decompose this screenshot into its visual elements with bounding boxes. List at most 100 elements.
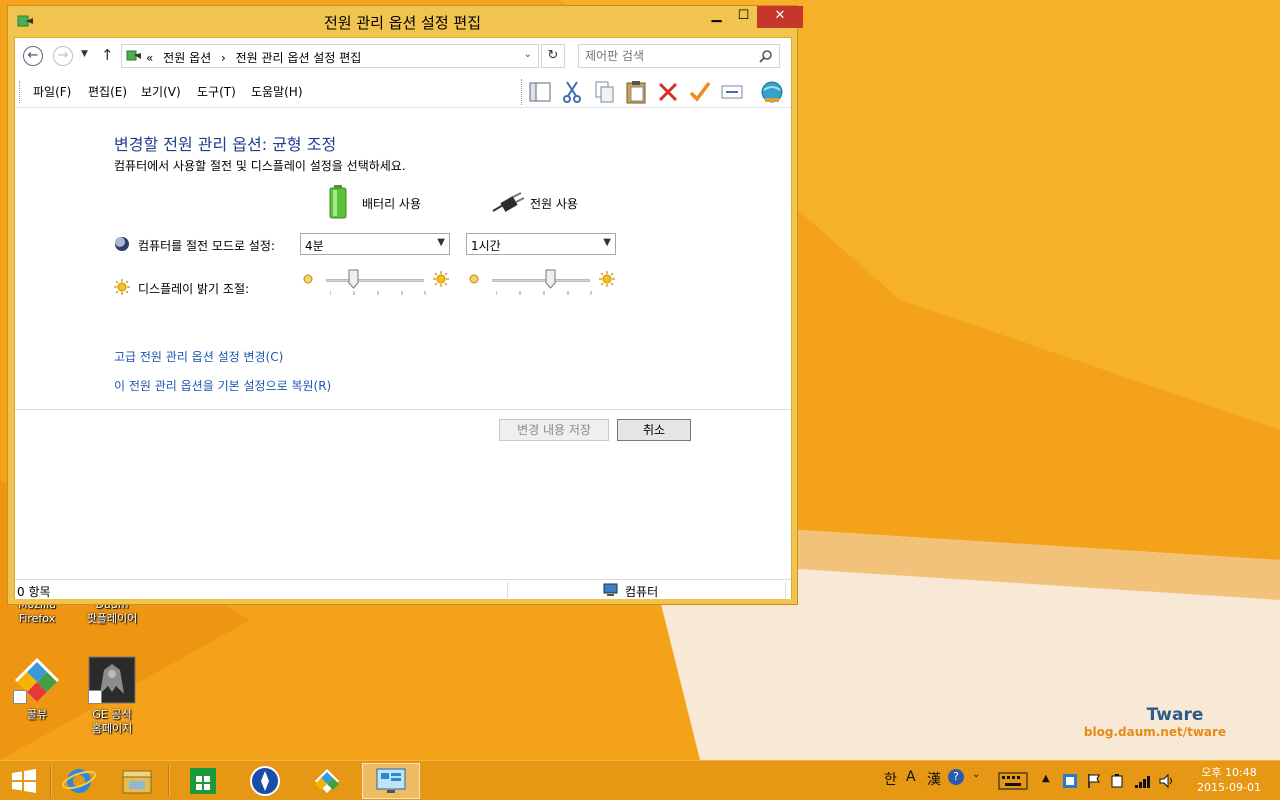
- slider-track[interactable]: [326, 279, 424, 282]
- slider-ticks: [496, 291, 592, 295]
- rename-icon[interactable]: [719, 79, 745, 105]
- show-hidden-icons-chevron-icon[interactable]: ▲: [1042, 773, 1050, 784]
- restore-defaults-link[interactable]: 이 전원 관리 옵션을 기본 설정으로 복원(R): [114, 377, 331, 394]
- main-content: 변경할 전원 관리 옵션: 균형 조정 컴퓨터에서 사용할 절전 및 디스플레이…: [15, 109, 791, 579]
- chevron-down-icon: ▼: [437, 237, 445, 248]
- battery-power-icon[interactable]: [1110, 773, 1126, 789]
- ime-hangul-indicator[interactable]: 한: [884, 769, 897, 789]
- sleep-battery-value: 4분: [305, 239, 324, 253]
- status-bar: 0 항목 컴퓨터: [15, 579, 791, 599]
- sleep-label-text: 컴퓨터를 절전 모드로 설정:: [138, 239, 275, 253]
- sleep-battery-select[interactable]: 4분 ▼: [300, 233, 450, 255]
- signal-strength-icon[interactable]: [1134, 773, 1152, 789]
- status-divider: [785, 582, 786, 598]
- menu-edit[interactable]: 편집(E): [88, 83, 127, 100]
- sleep-plugged-select[interactable]: 1시간 ▼: [466, 233, 616, 255]
- menu-help[interactable]: 도움말(H): [251, 83, 303, 100]
- menu-view[interactable]: 보기(V): [141, 83, 181, 100]
- advanced-settings-link[interactable]: 고급 전원 관리 옵션 설정 변경(C): [114, 348, 283, 365]
- breadcrumb-item-power-options[interactable]: 전원 옵션: [163, 51, 211, 65]
- network-app-icon[interactable]: [1062, 773, 1078, 789]
- bright-sun-icon: [433, 271, 449, 287]
- status-divider: [507, 582, 508, 598]
- address-dropdown-chevron-icon[interactable]: ⌄: [524, 49, 532, 60]
- taskbar: 한 A 漢 ? ⌄ ▲ 오후 10:48 2015-09-01: [0, 760, 1280, 800]
- brightness-plugged-slider[interactable]: [468, 269, 788, 299]
- dim-sun-icon: [469, 274, 479, 284]
- search-icon[interactable]: [759, 49, 773, 63]
- layout-icon[interactable]: [527, 79, 553, 105]
- breadcrumb-separator[interactable]: ›: [221, 51, 226, 65]
- column-header-battery: 배터리 사용: [327, 185, 447, 219]
- taskbar-control-panel[interactable]: [362, 763, 420, 799]
- menu-grip[interactable]: [19, 81, 21, 103]
- forward-button[interactable]: →: [53, 46, 73, 66]
- maximize-button[interactable]: ☐: [730, 6, 757, 28]
- column-header-plugged: 전원 사용: [491, 185, 611, 219]
- taskbar-file-explorer[interactable]: [110, 763, 164, 799]
- menu-toolbar-row: 파일(F) 편집(E) 보기(V) 도구(T) 도움말(H): [15, 75, 791, 108]
- desktop-icon-ge-homepage[interactable]: GE 공식 홈페이지: [75, 656, 149, 736]
- search-input[interactable]: [585, 47, 755, 65]
- navigation-bar: ← → ▼ ↑ « 전원 옵션 › 전원 관리 옵션 설정 편집 ⌄ ↻: [15, 38, 791, 74]
- clock[interactable]: 오후 10:48 2015-09-01: [1186, 765, 1272, 795]
- desktop-icon-honeyview[interactable]: 꿀뷰: [0, 656, 74, 722]
- slider-thumb[interactable]: [348, 269, 359, 289]
- battery-icon: [329, 185, 347, 219]
- save-changes-button[interactable]: 변경 내용 저장: [499, 419, 609, 441]
- recent-locations-chevron-icon[interactable]: ▼: [81, 49, 88, 59]
- power-options-icon: [126, 50, 141, 61]
- volume-icon[interactable]: [1158, 773, 1174, 789]
- title-bar[interactable]: 전원 관리 옵션 설정 편집 ▁ ☐ ✕: [8, 6, 803, 36]
- refresh-button[interactable]: ↻: [541, 44, 565, 68]
- moon-icon: [115, 237, 129, 251]
- close-button[interactable]: ✕: [757, 6, 803, 28]
- paste-icon[interactable]: [623, 79, 649, 105]
- page-title: 변경할 전원 관리 옵션: 균형 조정: [114, 135, 337, 154]
- globe-icon[interactable]: [759, 79, 785, 105]
- clock-date: 2015-09-01: [1197, 781, 1261, 794]
- compass-icon: [250, 766, 280, 796]
- ime-options-chevron-icon[interactable]: ⌄: [972, 769, 980, 780]
- toolbar-separator: [521, 79, 522, 105]
- status-zone-label: 컴퓨터: [625, 585, 659, 599]
- control-panel-icon: [376, 768, 406, 793]
- clock-time: 오후 10:48: [1201, 766, 1257, 779]
- desktop-icon-label: GE 공식 홈페이지: [91, 708, 133, 735]
- shortcut-arrow-icon: [88, 690, 102, 704]
- status-item-count: 0 항목: [17, 585, 51, 599]
- address-bar[interactable]: « 전원 옵션 › 전원 관리 옵션 설정 편집 ⌄: [121, 44, 539, 68]
- slider-track[interactable]: [492, 279, 590, 282]
- taskbar-store[interactable]: [176, 763, 230, 799]
- help-icon[interactable]: ?: [948, 769, 964, 785]
- taskbar-internet-explorer[interactable]: [52, 763, 106, 799]
- breadcrumb-item-edit-plan[interactable]: 전원 관리 옵션 설정 편집: [236, 51, 362, 65]
- ime-hanja-indicator[interactable]: 漢: [927, 769, 941, 789]
- breadcrumb-overflow[interactable]: «: [146, 51, 153, 65]
- back-button[interactable]: ←: [23, 46, 43, 66]
- minimize-button[interactable]: ▁: [703, 6, 730, 28]
- taskbar-compass-app[interactable]: [238, 763, 292, 799]
- window-title: 전원 관리 옵션 설정 편집: [323, 14, 482, 32]
- copy-icon[interactable]: [591, 79, 617, 105]
- properties-check-icon[interactable]: [687, 79, 713, 105]
- up-button[interactable]: ↑: [101, 46, 114, 64]
- cut-icon[interactable]: [559, 79, 585, 105]
- start-button[interactable]: [0, 763, 48, 799]
- honeyview-icon: [13, 656, 61, 704]
- delete-icon[interactable]: [655, 79, 681, 105]
- cancel-button[interactable]: 취소: [617, 419, 691, 441]
- shortcut-arrow-icon: [13, 690, 27, 704]
- slider-thumb[interactable]: [545, 269, 556, 289]
- ime-mode-indicator[interactable]: A: [906, 769, 916, 785]
- menu-tools[interactable]: 도구(T): [197, 83, 236, 100]
- folder-icon: [122, 770, 152, 794]
- keyboard-icon[interactable]: [998, 772, 1028, 790]
- watermark-title: Tware: [1146, 705, 1204, 725]
- status-zone: 컴퓨터: [603, 582, 783, 599]
- menu-file[interactable]: 파일(F): [33, 83, 71, 100]
- taskbar-honeyview[interactable]: [300, 763, 354, 799]
- action-center-flag-icon[interactable]: [1086, 773, 1102, 789]
- search-box[interactable]: [578, 44, 780, 68]
- breadcrumb: « 전원 옵션 › 전원 관리 옵션 설정 편집: [146, 49, 367, 66]
